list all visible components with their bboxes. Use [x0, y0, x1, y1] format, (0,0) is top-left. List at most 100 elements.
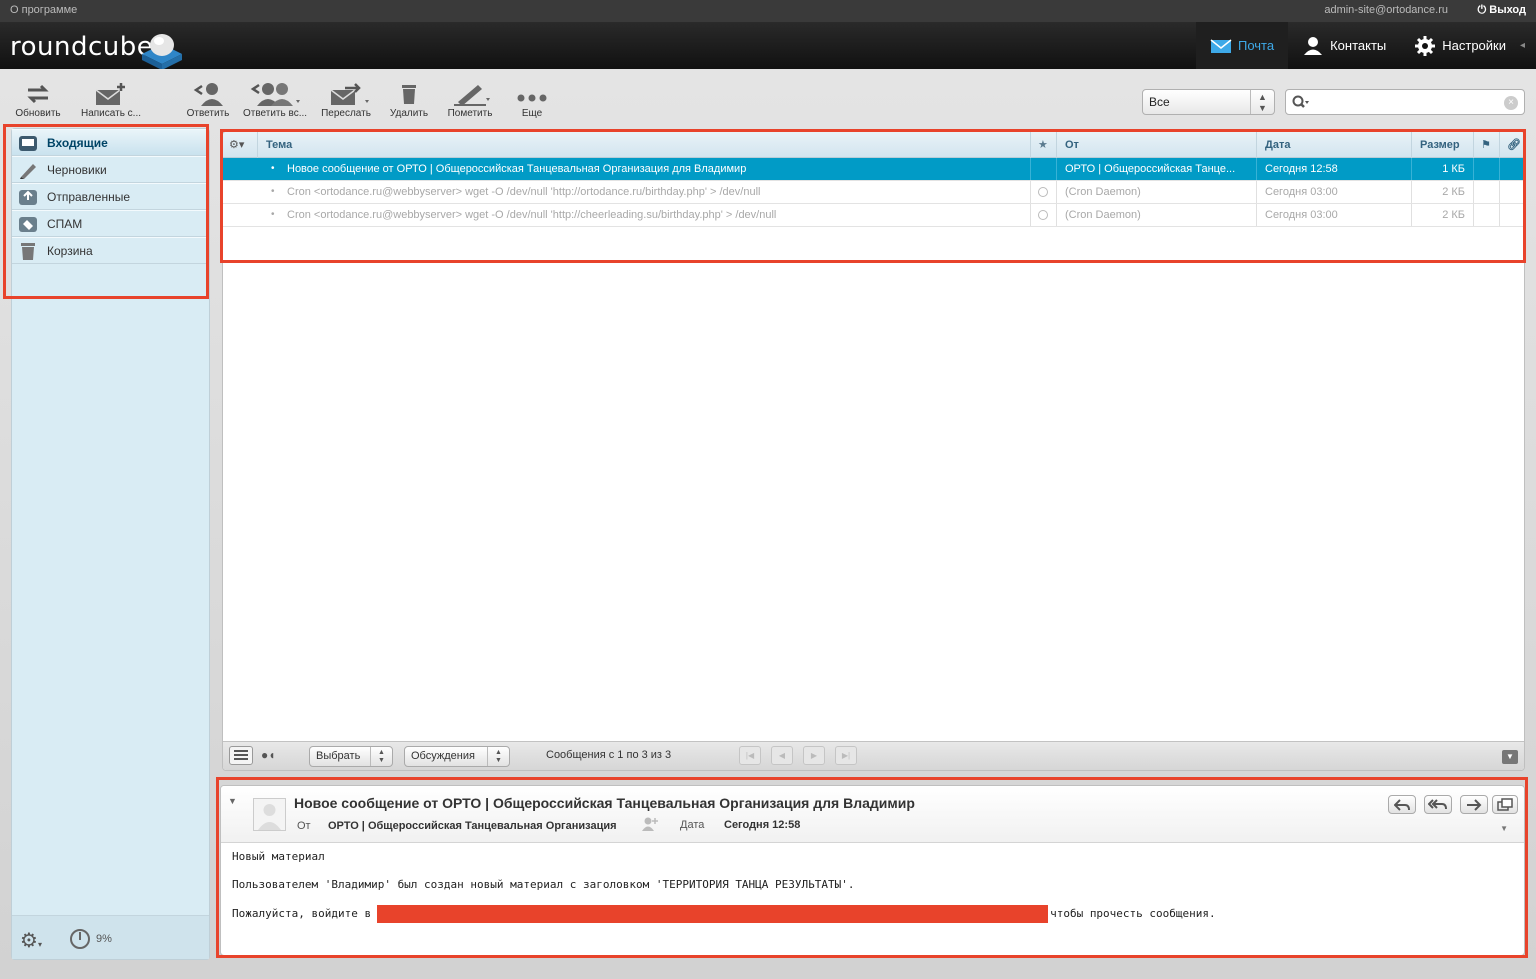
message-row[interactable]: • Cron <ortodance.ru@webbyserver> wget -… [223, 181, 1524, 204]
forward-label: Переслать [321, 108, 371, 119]
from-label: От [297, 820, 311, 832]
settings-gear-icon [1415, 35, 1436, 56]
folder-item-inbox[interactable]: Входящие [12, 129, 209, 156]
logo-text: roundcube [10, 32, 154, 62]
delete-label: Удалить [389, 108, 429, 119]
message-size: 1 КБ [1411, 158, 1473, 180]
flag-cell[interactable] [1030, 181, 1056, 203]
preview-reply-button[interactable] [1388, 795, 1416, 814]
folder-item-trash[interactable]: Корзина [12, 237, 209, 264]
column-from[interactable]: От [1056, 132, 1256, 158]
message-date: Сегодня 03:00 [1256, 204, 1411, 226]
search-reset-icon[interactable]: × [1504, 96, 1518, 110]
message-from: (Cron Daemon) [1056, 181, 1256, 203]
folder-label: Корзина [47, 243, 93, 258]
refresh-label: Обновить [15, 108, 61, 119]
trash-icon [402, 85, 416, 104]
task-mail[interactable]: Почта [1195, 22, 1289, 69]
threads-view-icon[interactable]: ●◖ [261, 748, 276, 762]
collapse-arrow-icon[interactable]: ◂ [1520, 22, 1536, 69]
from-value[interactable]: ОРТО | Общероссийская Танцевальная Орган… [328, 820, 617, 832]
column-size[interactable]: Размер [1411, 132, 1473, 158]
updown-arrow-icon: ▲ ▼ [1250, 90, 1274, 114]
more-headers-arrow-icon[interactable]: ▼ [1500, 824, 1508, 833]
select-label: Выбрать [316, 750, 361, 762]
redacted-link[interactable] [377, 905, 1049, 923]
forward-button[interactable]: Переслать [317, 82, 375, 124]
message-subject: Новое сообщение от ОРТО | Общероссийская… [287, 163, 747, 175]
body-line: Новый материал [232, 850, 325, 863]
reply-all-label: Ответить вс... [242, 108, 308, 119]
mail-toolbar: Обновить Написать с... Ответить Ответить… [0, 76, 560, 124]
attachment-cell [1499, 158, 1524, 180]
flag-cell[interactable] [1030, 158, 1056, 180]
delete-button[interactable]: Удалить [385, 82, 433, 124]
username-label: admin-site@ortodance.ru [1324, 4, 1448, 16]
open-in-new-window-button[interactable] [1492, 795, 1518, 814]
message-preview-pane: ▼ Новое сообщение от ОРТО | Общероссийск… [220, 785, 1525, 956]
header-toggle-arrow-icon[interactable]: ▼ [228, 796, 237, 806]
logo-cube-icon [142, 34, 182, 70]
column-date[interactable]: Дата [1256, 132, 1411, 158]
message-date: Сегодня 03:00 [1256, 181, 1411, 203]
body-text-start: Пожалуйста, войдите в [232, 907, 372, 920]
flag-cell[interactable] [1030, 204, 1056, 226]
reply-all-button[interactable]: Ответить вс... [238, 82, 312, 124]
message-row[interactable]: • Cron <ortodance.ru@webbyserver> wget -… [223, 204, 1524, 227]
status-cell [1473, 181, 1499, 203]
date-label: Дата [680, 819, 705, 831]
new-window-icon [1497, 798, 1513, 811]
preview-reply-all-button[interactable] [1424, 795, 1452, 814]
sent-icon [19, 189, 37, 205]
column-attachment-icon[interactable]: 🔗︎ [1499, 132, 1524, 158]
refresh-button[interactable]: Обновить [12, 82, 64, 124]
next-page-icon[interactable]: ▶ [803, 746, 825, 765]
reply-all-arrow-icon [1428, 799, 1447, 810]
folder-item-drafts[interactable]: Черновики [12, 156, 209, 183]
compose-icon [95, 83, 125, 105]
add-contact-icon[interactable] [642, 817, 658, 831]
status-cell [1473, 204, 1499, 226]
mark-button[interactable]: Пометить [444, 82, 496, 124]
mail-icon [1210, 38, 1232, 53]
toggle-preview-icon[interactable]: ▼ [1502, 750, 1518, 764]
folder-item-sent[interactable]: Отправленные [12, 183, 209, 210]
reply-button[interactable]: Ответить [184, 82, 232, 124]
read-dot-icon: • [271, 209, 275, 220]
task-mail-label: Почта [1237, 38, 1275, 53]
message-from: (Cron Daemon) [1056, 204, 1256, 226]
attachment-cell [1499, 204, 1524, 226]
folder-item-spam[interactable]: СПАМ [12, 210, 209, 237]
quota-pie-icon [70, 929, 90, 949]
compose-button[interactable]: Написать с... [76, 82, 146, 124]
filter-select[interactable]: Все ▲ ▼ [1142, 89, 1275, 115]
more-button[interactable]: Еще [510, 82, 554, 124]
list-view-icon[interactable] [229, 746, 253, 765]
folder-actions-gear-icon[interactable]: ⚙▾ [20, 928, 42, 953]
task-contacts[interactable]: Контакты [1288, 22, 1400, 69]
list-options-gear-icon[interactable]: ⚙▾ [223, 132, 257, 158]
column-subject[interactable]: Тема [257, 132, 1030, 158]
last-page-icon[interactable]: ▶| [835, 746, 857, 765]
task-settings[interactable]: Настройки [1400, 22, 1520, 69]
preview-forward-button[interactable] [1460, 795, 1488, 814]
column-flag-star-icon[interactable]: ★ [1030, 132, 1056, 158]
about-link[interactable]: О программе [10, 4, 77, 16]
logout-button[interactable]: ⏻ Выход [1478, 4, 1526, 17]
column-status-flag-icon[interactable]: ⚑ [1473, 132, 1499, 158]
message-size: 2 КБ [1411, 181, 1473, 203]
no-flag-icon [1038, 210, 1048, 220]
folder-footer: ⚙▾ 9% [12, 915, 209, 959]
attachment-cell [1499, 181, 1524, 203]
search-box[interactable]: × [1285, 89, 1525, 115]
message-row[interactable]: • Новое сообщение от ОРТО | Общероссийск… [223, 158, 1524, 181]
reply-icon [193, 83, 223, 106]
select-menu-button[interactable]: Выбрать ▲ ▼ [309, 746, 393, 767]
folder-label: Отправленные [47, 189, 131, 204]
inbox-icon [19, 135, 37, 151]
first-page-icon[interactable]: |◀ [739, 746, 761, 765]
threads-menu-button[interactable]: Обсуждения ▲ ▼ [404, 746, 510, 767]
folder-label: СПАМ [47, 216, 83, 231]
logout-label: Выход [1489, 4, 1526, 16]
prev-page-icon[interactable]: ◀ [771, 746, 793, 765]
